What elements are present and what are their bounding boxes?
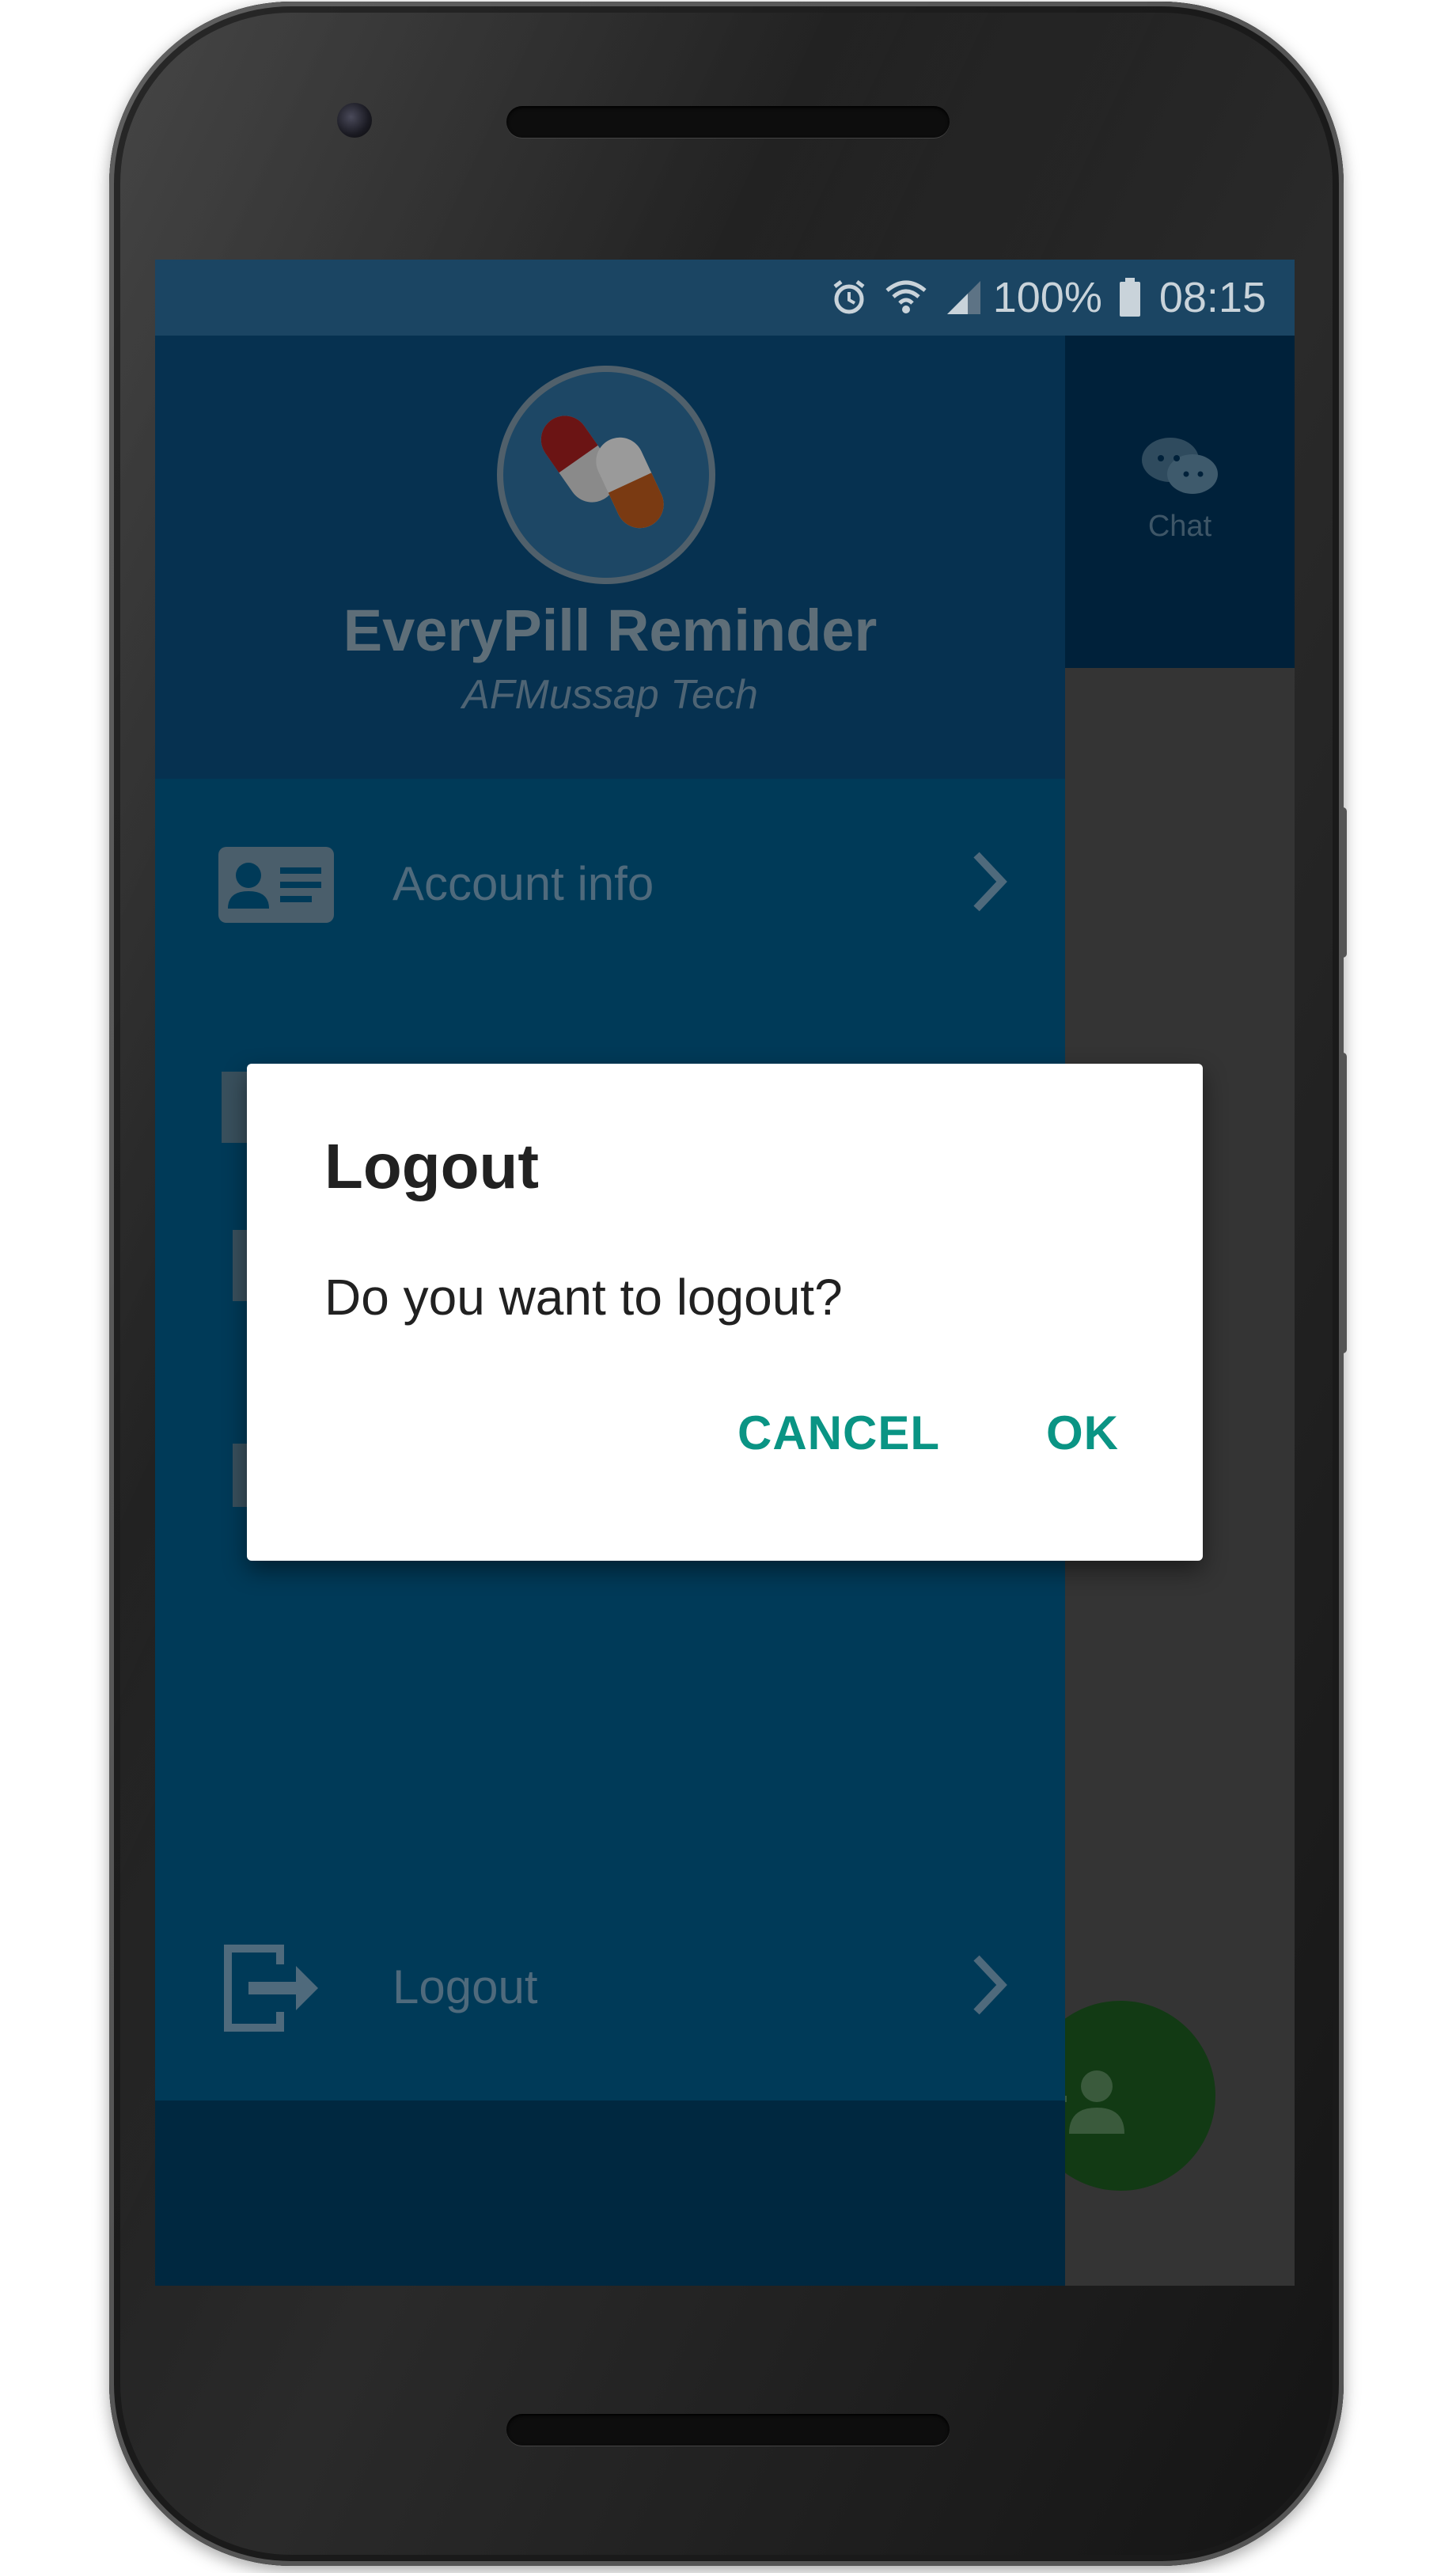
ok-button[interactable]: OK xyxy=(1046,1406,1119,1460)
id-card-icon xyxy=(218,847,334,923)
chevron-right-icon xyxy=(973,852,1007,912)
menu-item-label: Logout xyxy=(392,1960,538,2013)
phone-screen: Chat EveryPill Reminder AFMussap Tech Ac… xyxy=(155,260,1295,2286)
app-subtitle: AFMussap Tech xyxy=(462,672,758,718)
dialog-title: Logout xyxy=(324,1131,539,1201)
battery-percent: 100% xyxy=(992,274,1102,321)
drawer-footer xyxy=(155,2101,1065,2286)
drawer-header: EveryPill Reminder AFMussap Tech xyxy=(155,336,1065,779)
partial-menu-icon xyxy=(233,1444,248,1507)
earpiece-speaker xyxy=(506,106,950,138)
app-logo xyxy=(503,372,709,578)
front-camera xyxy=(337,103,372,138)
wifi-icon xyxy=(884,278,928,317)
pill-capsules-icon xyxy=(540,416,664,529)
dialog-message: Do you want to logout? xyxy=(324,1269,843,1326)
tab-chat[interactable]: Chat xyxy=(1065,510,1295,544)
menu-item-account-info[interactable]: Account info xyxy=(155,822,1065,940)
cancel-button[interactable]: CANCEL xyxy=(737,1406,940,1460)
menu-item-label: Account info xyxy=(392,857,654,910)
alarm-icon xyxy=(830,279,868,317)
chat-bubbles-icon xyxy=(1142,438,1218,494)
chevron-right-icon xyxy=(973,1955,1007,2015)
volume-button xyxy=(1339,1053,1347,1353)
partial-menu-icon xyxy=(233,1230,248,1301)
signal-icon xyxy=(944,278,984,317)
menu-item-logout[interactable]: Logout xyxy=(155,1925,1065,2044)
battery-icon xyxy=(1118,278,1142,317)
power-button xyxy=(1339,807,1347,958)
app-title: EveryPill Reminder xyxy=(343,598,878,663)
clock: 08:15 xyxy=(1158,274,1266,321)
status-bar: 100% 08:15 xyxy=(155,260,1295,336)
logout-dialog: Logout Do you want to logout? CANCEL OK xyxy=(247,1064,1203,1561)
bottom-speaker xyxy=(506,2414,950,2446)
logout-icon xyxy=(224,1945,318,2032)
tab-bar: Chat xyxy=(1065,336,1295,668)
